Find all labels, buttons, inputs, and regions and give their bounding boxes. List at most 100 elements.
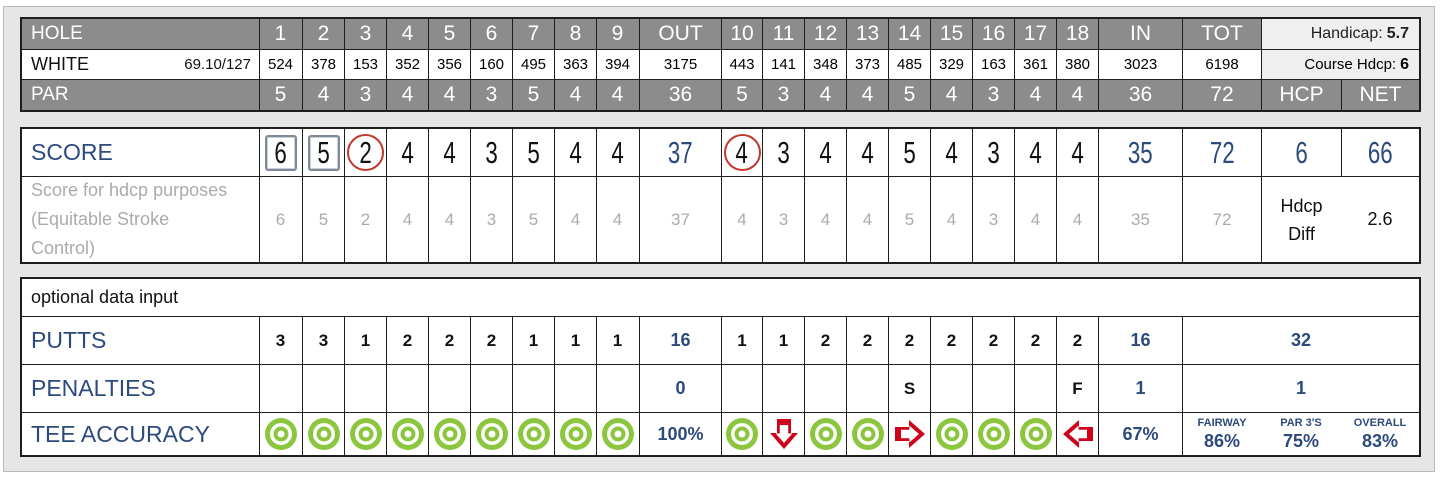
hole-score: 4 xyxy=(1071,134,1084,170)
putts-value: 2 xyxy=(486,330,497,350)
tee-accuracy-hole-cell xyxy=(259,413,301,455)
par-value: 4 xyxy=(819,83,832,106)
hole-score: 5 xyxy=(317,134,330,170)
score-net: 66 xyxy=(1368,134,1393,170)
yardage-cell: 443 xyxy=(721,50,762,79)
hole-number-cell: 16 xyxy=(972,19,1014,49)
yardage-out: 3175 xyxy=(663,56,698,73)
hole-score: 3 xyxy=(987,134,1000,170)
hole-number-cell: 11 xyxy=(762,19,804,49)
tee-label-cell: WHITE 69.10/127 xyxy=(22,50,259,79)
score-hcp-cell: 6 xyxy=(1261,129,1341,176)
penalties-hole-cell xyxy=(302,365,344,412)
adjusted-tot-cell: 72 xyxy=(1182,177,1261,262)
hole-score-cell: 5 xyxy=(512,129,554,176)
putts-hole-cell: 2 xyxy=(386,317,428,364)
adjusted-score: 4 xyxy=(402,209,413,229)
par-value: 4 xyxy=(861,83,874,106)
hole-score: 4 xyxy=(401,134,414,170)
yardage-cell: 361 xyxy=(1014,50,1056,79)
hdcp-diff-label: Diff xyxy=(1288,223,1315,244)
optional-title-cell: optional data input xyxy=(22,279,622,316)
hole-number: 6 xyxy=(485,22,498,45)
hole-number: 4 xyxy=(401,22,414,45)
yardage-cell: 356 xyxy=(428,50,470,79)
yardage: 363 xyxy=(562,56,589,73)
putts-label: PUTTS xyxy=(31,327,107,353)
par-cell: 4 xyxy=(1056,80,1098,110)
scorecard: HOLE 1 2 3 4 5 6 7 8 9 OUT 10 11 12 13 14 15 16 17 18 IN TOT H… xyxy=(3,6,1435,472)
putts-out: 16 xyxy=(670,330,691,350)
hole-number: 3 xyxy=(359,22,372,45)
penalties-label: PENALTIES xyxy=(31,375,156,401)
tee-accuracy-hole-cell xyxy=(596,413,638,455)
hdcp-score-label-line: (Equitable Stroke xyxy=(31,209,170,229)
score-hcp: 6 xyxy=(1295,134,1308,170)
hole-number: 18 xyxy=(1065,22,1090,45)
par-label-cell: PAR xyxy=(22,80,259,110)
par3-stat: PAR 3'S 75% xyxy=(1261,413,1341,455)
hole-score-cell: 4 xyxy=(428,129,470,176)
putts-hole-cell: 2 xyxy=(804,317,846,364)
hit-fairway-icon xyxy=(559,418,592,450)
score-tot: 72 xyxy=(1209,134,1235,170)
yardage: 485 xyxy=(896,56,923,73)
tee-accuracy-hole-cell xyxy=(344,413,386,455)
hole-score: 4 xyxy=(735,134,749,170)
hole-score-cell: 4 xyxy=(721,129,762,176)
putts-hole-cell: 3 xyxy=(302,317,344,364)
putts-hole-cell: 1 xyxy=(721,317,762,364)
tee-accuracy-hole-cell xyxy=(972,413,1014,455)
par-tot-cell: 72 xyxy=(1182,80,1261,110)
par-value: 3 xyxy=(485,83,498,106)
tee-accuracy-hole-cell xyxy=(721,413,762,455)
birdie-marker: 2 xyxy=(347,134,384,171)
par-cell: 3 xyxy=(470,80,512,110)
par-cell: 5 xyxy=(512,80,554,110)
hdcp-diff-label: Hdcp xyxy=(1280,195,1323,216)
adjusted-score-cell: 3 xyxy=(762,177,804,262)
hole-number-cell: 5 xyxy=(428,19,470,49)
hole-score: 4 xyxy=(1029,134,1042,170)
par-cell: 5 xyxy=(259,80,301,110)
hole-score: 4 xyxy=(945,134,958,170)
par-value: 4 xyxy=(945,83,958,106)
course-rating: 69.10/127 xyxy=(184,56,251,73)
par-cell: 4 xyxy=(386,80,428,110)
penalties-in: 1 xyxy=(1135,378,1146,398)
putts-hole-cell: 2 xyxy=(888,317,930,364)
hole-score-cell: 4 xyxy=(804,129,846,176)
tee-accuracy-row: TEE ACCURACY 100% 67% FAIRWAY 86% PAR 3'S 75% O… xyxy=(22,412,1419,455)
penalties-hole-cell xyxy=(344,365,386,412)
hit-fairway-icon xyxy=(809,418,842,450)
tee-accuracy-hole-cell xyxy=(762,413,804,455)
tee-name: WHITE xyxy=(31,54,89,74)
score-label: SCORE xyxy=(31,139,113,165)
yardage: 352 xyxy=(394,56,421,73)
hole-number: 13 xyxy=(855,22,880,45)
penalties-total-cell: 1 xyxy=(1182,365,1419,412)
yardage-cell: 495 xyxy=(512,50,554,79)
tee-accuracy-out-cell: 100% xyxy=(639,413,721,455)
putts-value: 2 xyxy=(1030,330,1041,350)
optional-title-row: optional data input xyxy=(22,279,1419,316)
adjusted-score: 4 xyxy=(612,209,623,229)
putts-value: 1 xyxy=(737,330,747,350)
penalties-value: S xyxy=(903,378,916,398)
putts-total-cell: 32 xyxy=(1182,317,1419,364)
putts-value: 2 xyxy=(862,330,873,350)
par-value: 4 xyxy=(443,83,456,106)
handicap-value: 5.7 xyxy=(1386,25,1409,42)
putts-in-cell: 16 xyxy=(1098,317,1182,364)
putts-hole-cell: 1 xyxy=(762,317,804,364)
adjusted-score-cell: 6 xyxy=(259,177,301,262)
yardage-cell: 378 xyxy=(302,50,344,79)
handicap-cell: Handicap: 5.7 xyxy=(1261,19,1419,49)
yardage-cell: 141 xyxy=(762,50,804,79)
hole-number-cell: 7 xyxy=(512,19,554,49)
adjusted-score-cell: 4 xyxy=(930,177,972,262)
hole-number: 17 xyxy=(1023,22,1048,45)
par-cell: 3 xyxy=(344,80,386,110)
penalties-label-cell: PENALTIES xyxy=(22,365,259,412)
penalties-hole-cell: S xyxy=(888,365,930,412)
